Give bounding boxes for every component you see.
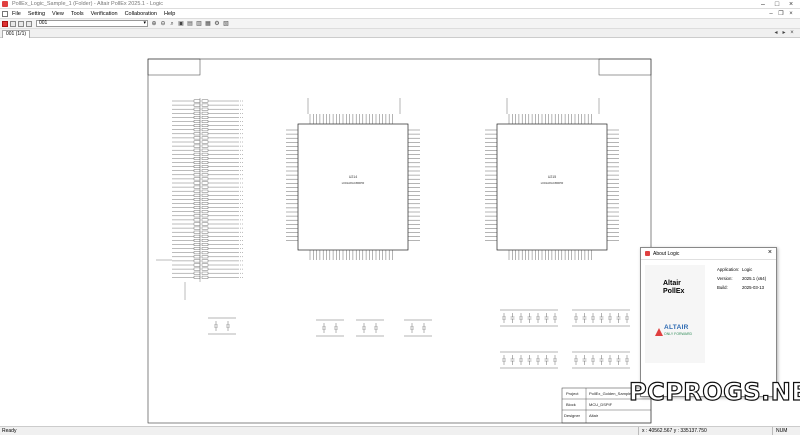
menu-view[interactable]: View bbox=[52, 11, 64, 17]
tab-close-icon[interactable]: × bbox=[788, 29, 796, 38]
document-tabbar: 001 (1/1) ◂ ▸ × bbox=[0, 29, 800, 38]
window-title: PollEx_Logic_Sample_1 (Folder) - Altair … bbox=[12, 1, 164, 7]
zoom-area-icon[interactable]: ⌕ bbox=[169, 21, 175, 27]
brand-name: ALTAIR bbox=[664, 324, 689, 331]
chip1-ref: U214 bbox=[349, 175, 357, 179]
window-controls: – □ × bbox=[756, 0, 798, 9]
title-block-value-block: MCU_DSPIF bbox=[589, 402, 613, 407]
chevron-down-icon: ▾ bbox=[143, 20, 146, 26]
info-row-version: Version: 2025.1 (x64) bbox=[717, 276, 766, 285]
sheet-corner-left bbox=[147, 58, 201, 76]
title-block-label-designer: Designer bbox=[564, 413, 581, 418]
tab-scroll-right-icon[interactable]: ▸ bbox=[780, 29, 788, 38]
chip2-part: x001A8ACBRPR bbox=[541, 181, 565, 185]
minimize-icon[interactable]: – bbox=[756, 0, 770, 9]
ic-chip-u215 bbox=[496, 123, 608, 251]
about-info: Application: Logic Version: 2025.1 (x64)… bbox=[717, 267, 766, 294]
sheet-frame bbox=[147, 58, 652, 424]
product-name-line1: Altair bbox=[663, 280, 681, 287]
info-label: Application: bbox=[717, 267, 740, 272]
document-icon bbox=[2, 10, 8, 17]
sheet-select-value: 001 bbox=[39, 20, 48, 26]
stop-icon[interactable] bbox=[2, 20, 8, 27]
doc-close-icon[interactable]: × bbox=[786, 9, 796, 19]
menu-collaboration[interactable]: Collaboration bbox=[125, 11, 157, 17]
info-value: 2025.1 (x64) bbox=[742, 276, 767, 281]
status-ready: Ready bbox=[2, 428, 17, 434]
tab-sheet-001[interactable]: 001 (1/1) bbox=[2, 30, 31, 38]
document-window-controls: – ❐ × bbox=[766, 9, 796, 19]
save-icon[interactable] bbox=[18, 20, 24, 27]
zoom-in-icon[interactable]: ⊕ bbox=[151, 21, 157, 27]
info-value: 2025-03-13 bbox=[742, 285, 764, 290]
chip1-part: x001A8ACBRPR bbox=[342, 181, 366, 185]
zoom-out-icon[interactable]: ⊖ bbox=[160, 21, 166, 27]
menu-verification[interactable]: Verification bbox=[91, 11, 118, 17]
info-label: Version: bbox=[717, 276, 733, 281]
tab-scroll-left-icon[interactable]: ◂ bbox=[772, 29, 780, 38]
menu-file[interactable]: File bbox=[12, 11, 21, 17]
chip1-pin-group bbox=[286, 98, 420, 260]
about-dialog-title: About Logic bbox=[653, 251, 680, 257]
info-row-application: Application: Logic bbox=[717, 267, 766, 276]
info-label: Build: bbox=[717, 285, 728, 290]
about-dialog: About Logic × Altair PollEx ALTAIR ONLY … bbox=[640, 247, 777, 397]
menu-setting[interactable]: Setting bbox=[28, 11, 45, 17]
open-icon[interactable] bbox=[10, 20, 16, 27]
grid-icon[interactable]: ▦ bbox=[205, 21, 211, 27]
status-coordinates: x : 40562.567 y : 335137.750 bbox=[638, 427, 768, 435]
brand-tagline: ONLY FORWARD bbox=[664, 332, 693, 336]
tab-controls: ◂ ▸ × bbox=[772, 29, 796, 38]
title-block-label-project: Project bbox=[566, 391, 579, 396]
zoom-fit-icon[interactable]: ▣ bbox=[178, 21, 184, 27]
chip2-pin-group bbox=[485, 98, 619, 260]
app-icon bbox=[645, 251, 650, 256]
product-name: Altair PollEx bbox=[663, 280, 684, 296]
close-icon[interactable]: × bbox=[784, 0, 798, 9]
status-num-lock: NUM bbox=[772, 427, 800, 435]
doc-restore-icon[interactable]: ❐ bbox=[776, 9, 786, 19]
chip2-ref: U215 bbox=[548, 175, 556, 179]
product-name-line2: PollEx bbox=[663, 288, 685, 295]
info-value: Logic bbox=[742, 267, 753, 272]
sheet-corner-right bbox=[598, 58, 652, 76]
close-icon[interactable]: × bbox=[768, 249, 772, 256]
title-block-label-block: Block bbox=[566, 402, 576, 407]
report-icon[interactable]: ▧ bbox=[223, 21, 229, 27]
about-dialog-titlebar: About Logic × bbox=[641, 248, 776, 260]
passive-components bbox=[208, 309, 630, 369]
app-icon bbox=[2, 1, 8, 7]
info-row-build: Build: 2025-03-13 bbox=[717, 285, 766, 294]
title-block-value-project: PollEx_Golden_Sample bbox=[589, 391, 632, 396]
layer-icon[interactable]: ▥ bbox=[196, 21, 202, 27]
watermark-text: PCPROGS.NET bbox=[628, 377, 800, 406]
settings-icon[interactable]: ⚙ bbox=[214, 21, 220, 27]
window-titlebar: PollEx_Logic_Sample_1 (Folder) - Altair … bbox=[0, 0, 800, 9]
connector-pin-group bbox=[156, 98, 244, 300]
status-bar: Ready x : 40562.567 y : 335137.750 NUM bbox=[0, 426, 800, 435]
menu-tools[interactable]: Tools bbox=[71, 11, 84, 17]
title-block-value-designer: Altair bbox=[589, 413, 599, 418]
maximize-icon[interactable]: □ bbox=[770, 0, 784, 9]
pan-icon[interactable]: ▤ bbox=[187, 21, 193, 27]
ic-chip-u214 bbox=[297, 123, 409, 251]
menu-bar: File Setting View Tools Verification Col… bbox=[0, 9, 800, 19]
toolbar: 001 ▾ ⊕ ⊖ ⌕ ▣ ▤ ▥ ▦ ⚙ ▧ bbox=[0, 19, 800, 29]
doc-minimize-icon[interactable]: – bbox=[766, 9, 776, 19]
menu-help[interactable]: Help bbox=[164, 11, 175, 17]
sheet-select[interactable]: 001 ▾ bbox=[36, 20, 148, 27]
product-card: Altair PollEx ALTAIR ONLY FORWARD bbox=[645, 265, 705, 363]
print-icon[interactable] bbox=[26, 20, 32, 27]
